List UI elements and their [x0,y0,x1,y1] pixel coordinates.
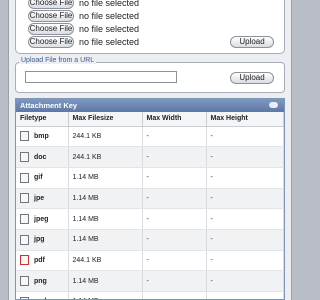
max-height-cell: - [206,126,284,148]
choose-file-button-1[interactable]: Choose File [28,0,74,9]
filetype-cell: bmp [16,126,69,148]
column-header-max-width: Max Width [142,112,207,127]
max-filesize-cell: 1.14 MB [68,188,143,210]
table-row: pdf 244.1 KB - - [16,250,284,272]
file-type-icon [20,172,29,183]
max-filesize-cell: 1.14 MB [68,291,143,299]
url-upload-box: Upload [15,62,285,93]
table-row: gif 1.14 MB - - [16,167,284,189]
no-file-selected-label-4: no file selected [79,36,140,47]
max-width-cell: - [142,208,207,230]
attachment-key-table: Filetype Max Filesize Max Width Max Heig… [16,112,284,299]
no-file-selected-label-2: no file selected [79,10,140,21]
filetype-cell: doc [16,146,69,168]
filetype-label: jpeg [34,215,49,223]
choose-file-button-3[interactable]: Choose File [28,22,74,35]
filetype-label: jpe [34,194,45,202]
attachment-key-panel: Attachment Key Filetype Max Filesize Max… [15,98,285,300]
no-file-selected-label-3: no file selected [79,23,140,34]
max-height-cell: - [206,270,284,292]
filetype-cell: psd [16,291,69,299]
max-height-cell: - [206,146,284,168]
table-row: psd1.14 MB-- [16,291,284,299]
filetype-cell: jpg [16,229,69,251]
max-filesize-cell: 1.14 MB [68,270,143,292]
max-height-cell: - [206,291,284,299]
file-row-1: Choose File no file selected [28,0,139,9]
column-header-max-height: Max Height [206,112,284,127]
table-row: jpeg 1.14 MB - - [16,208,284,230]
filetype-label: png [34,277,47,285]
url-input[interactable] [25,71,177,83]
max-width-cell: - [142,126,207,148]
filetype-cell: jpeg [16,208,69,230]
max-width-cell: - [142,188,207,210]
max-height-cell: - [206,250,284,272]
table-row: doc 244.1 KB - - [16,146,284,168]
file-row-4: Choose File no file selected [28,35,139,48]
filetype-label: pdf [34,256,45,264]
choose-file-button-2[interactable]: Choose File [28,9,74,22]
filetype-cell: png [16,270,69,292]
max-filesize-cell: 244.1 KB [68,146,143,168]
max-width-cell: - [142,250,207,272]
filetype-label: jpg [34,236,45,244]
no-file-selected-label-1: no file selected [79,0,140,8]
max-height-cell: - [206,188,284,210]
max-width-cell: - [142,291,207,299]
table-header-row: Filetype Max Filesize Max Width Max Heig… [16,112,284,127]
max-width-cell: - [142,270,207,292]
max-filesize-cell: 1.14 MB [68,229,143,251]
file-type-icon [20,276,29,287]
attachment-manager-window: Choose File no file selected Choose File… [8,0,292,300]
filetype-cell: jpe [16,188,69,210]
file-row-2: Choose File no file selected [28,9,139,22]
file-type-icon [20,193,29,204]
max-height-cell: - [206,208,284,230]
upload-files-box: Choose File no file selected Choose File… [15,0,285,54]
choose-file-button-4[interactable]: Choose File [28,35,74,48]
file-type-icon [20,234,29,245]
filetype-label: doc [34,153,47,161]
url-upload-legend: Upload File from a URL [19,57,97,64]
max-height-cell: - [206,229,284,251]
max-width-cell: - [142,229,207,251]
filetype-label: gif [34,174,43,182]
column-header-filetype: Filetype [16,112,69,127]
file-type-icon [20,152,29,163]
max-width-cell: - [142,167,207,189]
filetype-label: bmp [34,132,49,140]
max-filesize-cell: 244.1 KB [68,250,143,272]
table-row: bmp 244.1 KB - - [16,126,284,148]
filetype-cell: gif [16,167,69,189]
file-type-icon [20,214,29,225]
attachment-key-title: Attachment Key [20,101,78,110]
max-width-cell: - [142,146,207,168]
file-type-icon [20,255,29,266]
file-row-3: Choose File no file selected [28,22,139,35]
table-row: png 1.14 MB - - [16,270,284,292]
upload-url-button[interactable]: Upload [230,72,274,84]
file-type-icon [20,131,29,142]
max-filesize-cell: 1.14 MB [68,208,143,230]
column-header-max-filesize: Max Filesize [68,112,143,127]
max-height-cell: - [206,167,284,189]
max-filesize-cell: 1.14 MB [68,167,143,189]
max-filesize-cell: 244.1 KB [68,126,143,148]
collapse-icon[interactable] [269,102,278,108]
table-row: jpe 1.14 MB - - [16,188,284,210]
table-row: jpg 1.14 MB - - [16,229,284,251]
upload-files-button[interactable]: Upload [230,36,274,48]
filetype-cell: pdf [16,250,69,272]
attachment-key-header: Attachment Key [16,99,284,112]
